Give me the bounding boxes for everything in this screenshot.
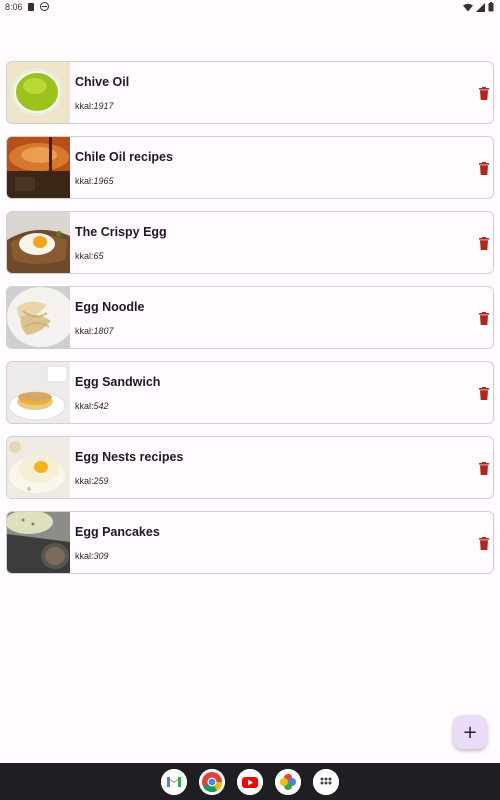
- recipe-kcal: kkal:542: [75, 401, 109, 411]
- recipe-card-egg-nests[interactable]: Egg Nests recipes kkal:259: [6, 436, 494, 499]
- recipe-card-egg-pancakes[interactable]: Egg Pancakes kkal:309: [6, 511, 494, 574]
- recipe-title: Chile Oil recipes: [75, 150, 173, 164]
- crispy-egg-photo: [7, 212, 70, 273]
- recipe-card-chive-oil[interactable]: Chive Oil kkal:1917: [6, 61, 494, 124]
- chile-oil-photo: [7, 137, 70, 198]
- chrome-icon[interactable]: [199, 768, 225, 795]
- delete-icon[interactable]: [479, 237, 489, 250]
- recipe-title: Egg Pancakes: [75, 525, 160, 539]
- gmail-icon[interactable]: [161, 768, 187, 795]
- recipe-kcal: kkal:1917: [75, 101, 114, 111]
- delete-icon[interactable]: [479, 462, 489, 475]
- egg-pancakes-photo: [7, 512, 70, 573]
- egg-nests-photo: [7, 437, 70, 498]
- wifi-icon: [463, 3, 473, 11]
- battery-icon: [488, 2, 494, 12]
- egg-noodle-photo: [7, 287, 70, 348]
- recipe-title: Chive Oil: [75, 75, 130, 89]
- chive-oil-photo: [7, 62, 70, 123]
- do-not-disturb-icon: [40, 2, 49, 11]
- recipe-title: Egg Nests recipes: [75, 450, 184, 464]
- recipe-kcal: kkal:65: [75, 251, 104, 261]
- delete-icon[interactable]: [479, 537, 489, 550]
- delete-icon[interactable]: [479, 162, 489, 175]
- egg-sandwich-photo: [7, 362, 70, 423]
- recipe-title: Egg Sandwich: [75, 375, 161, 389]
- add-recipe-button[interactable]: +: [453, 715, 487, 749]
- delete-icon[interactable]: [479, 312, 489, 325]
- delete-icon[interactable]: [479, 87, 489, 100]
- status-time: 8:06: [5, 2, 23, 12]
- app-drawer-icon[interactable]: [313, 768, 339, 795]
- photos-icon[interactable]: [275, 768, 301, 795]
- recipe-title: The Crispy Egg: [75, 225, 167, 239]
- app-dock: [0, 763, 500, 800]
- recipe-list: Chive Oil kkal:1917 Chile Oil recipes kk…: [6, 61, 494, 586]
- signal-icon: [476, 2, 485, 12]
- recipe-kcal: kkal:1965: [75, 176, 114, 186]
- recipe-card-chile-oil[interactable]: Chile Oil recipes kkal:1965: [6, 136, 494, 199]
- recipe-card-crispy-egg[interactable]: The Crispy Egg kkal:65: [6, 211, 494, 274]
- recipe-kcal: kkal:309: [75, 551, 109, 561]
- recipe-kcal: kkal:259: [75, 476, 109, 486]
- plus-icon: +: [462, 721, 478, 743]
- recipe-title: Egg Noodle: [75, 300, 145, 314]
- status-bar: 8:06: [0, 0, 500, 16]
- recipe-card-egg-sandwich[interactable]: Egg Sandwich kkal:542: [6, 361, 494, 424]
- delete-icon[interactable]: [479, 387, 489, 400]
- sim-card-icon: [28, 3, 34, 11]
- recipe-card-egg-noodle[interactable]: Egg Noodle kkal:1807: [6, 286, 494, 349]
- youtube-icon[interactable]: [237, 768, 263, 795]
- recipe-kcal: kkal:1807: [75, 326, 114, 336]
